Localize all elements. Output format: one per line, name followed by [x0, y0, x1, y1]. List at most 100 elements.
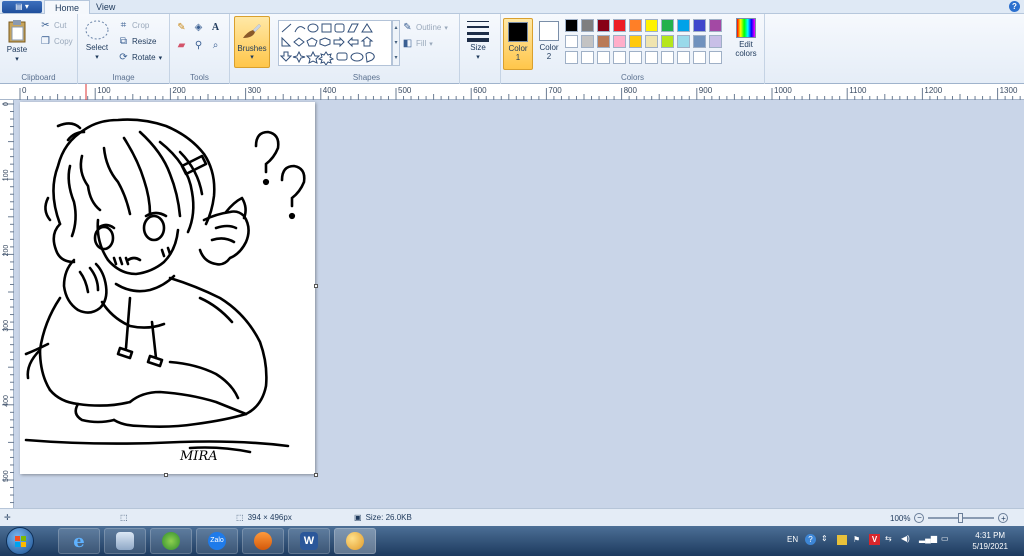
paint-icon	[346, 532, 364, 550]
crop-label: Crop	[132, 21, 150, 30]
tray-expand-icon[interactable]: ⇕	[821, 534, 828, 543]
copy-label: Copy	[54, 37, 73, 46]
copy-icon: ❐	[41, 36, 50, 47]
tab-view[interactable]: View	[86, 0, 125, 14]
select-button[interactable]: Select ▾	[84, 18, 110, 61]
magnifier-icon[interactable]: ⌕	[210, 40, 221, 51]
system-tray: EN ? ⇕ ⚑ V ⇆ ◀) ▂▄▆ ▭ 4:31 PM 5/19/2021	[779, 526, 1024, 556]
select-label: Select	[85, 43, 109, 52]
eraser-icon[interactable]: ▰	[176, 40, 187, 51]
taskbar-paint[interactable]	[334, 528, 376, 554]
image-group-label: Image	[112, 73, 135, 82]
shapes-icon	[279, 23, 375, 66]
ruler-v-label: 100	[3, 169, 10, 181]
clock-time: 4:31 PM	[975, 531, 1006, 540]
clock-date: 5/19/2021	[972, 542, 1008, 551]
clipboard-group: Paste ▾ ✂ Cut ❐ Copy Clipboard	[0, 14, 78, 84]
line-size-icon	[467, 21, 489, 42]
colors-group-label: Colors	[620, 73, 645, 82]
selection-size: ⬚	[120, 513, 128, 522]
resize-button[interactable]: ⧉ Resize	[118, 36, 157, 47]
scissors-icon: ✂	[41, 20, 50, 31]
tab-home[interactable]: Home	[44, 0, 91, 14]
taskbar-explorer[interactable]	[104, 528, 146, 554]
ruler-v-label: 300	[3, 320, 10, 332]
flag-icon[interactable]: ⚑	[853, 535, 860, 544]
brush-icon	[243, 24, 261, 38]
clock[interactable]: 4:31 PM 5/19/2021	[972, 530, 1008, 552]
help-tray-icon[interactable]: ?	[805, 534, 816, 545]
taskbar-ie[interactable]: e	[58, 528, 100, 554]
ruler-v-label: 500	[3, 470, 10, 482]
network-share-icon[interactable]: ⇆	[885, 534, 892, 543]
ruler-h-label: 0	[22, 86, 27, 95]
language-indicator[interactable]: EN	[787, 535, 798, 544]
crop-button[interactable]: ⌗ Crop	[118, 20, 150, 31]
signal-icon[interactable]: ▂▄▆	[919, 534, 937, 543]
paste-button[interactable]: Paste ▾	[6, 18, 28, 63]
drawing-canvas[interactable]: MIRA	[20, 102, 318, 477]
image-dimensions: ⬚ 394 × 496px	[236, 513, 292, 522]
antivirus-icon[interactable]: V	[869, 534, 880, 545]
shapes-gallery[interactable]	[278, 20, 392, 66]
size-label: Size	[470, 43, 486, 52]
ribbon-tab-bar: ▤ ▾ Home View ?	[0, 0, 1024, 14]
rotate-label: Rotate	[132, 53, 156, 62]
ruler-h-label: 1100	[849, 86, 867, 95]
vertical-ruler: 0 100 200 300 400 500	[0, 100, 14, 508]
outline-icon: ✎	[403, 22, 412, 33]
select-icon	[85, 20, 109, 40]
ruler-h-label: 900	[699, 86, 713, 95]
size-group: Size ▾	[460, 14, 498, 84]
resize-icon: ⧉	[119, 36, 128, 47]
shapes-scroll[interactable]: ▴ ▾ ▾	[392, 20, 400, 66]
canvas-resize-handle-right[interactable]	[314, 284, 318, 288]
dimensions-text: 394 × 496px	[247, 513, 292, 522]
cut-button[interactable]: ✂ Cut	[40, 20, 66, 31]
image-group: Select ▾ ⌗ Crop ⧉ Resize ⟳ Rotate ▾ Imag…	[78, 14, 170, 84]
zalo-icon: Zalo	[208, 532, 226, 550]
horizontal-ruler: 0 100 200 300 400 500 600 700 800 900 1000 1100 1200…	[0, 84, 1024, 100]
ruler-v-label: 400	[3, 395, 10, 407]
zoom-out-icon[interactable]: −	[914, 513, 925, 523]
copy-button[interactable]: ❐ Copy	[40, 36, 73, 47]
selection-icon: ⬚	[120, 513, 128, 522]
ruler-h-label: 500	[398, 86, 412, 95]
battery-icon[interactable]: ▭	[941, 534, 949, 543]
brushes-button[interactable]: Brushes ▾	[234, 16, 270, 68]
outline-button[interactable]: ✎ Outline ▾	[402, 22, 448, 33]
fill-bucket-icon[interactable]: ◈	[193, 22, 204, 33]
canvas-resize-handle-corner[interactable]	[314, 473, 318, 477]
outline-label: Outline	[416, 23, 442, 32]
shapes-group-label: Shapes	[352, 73, 381, 82]
tools-group: ✎ ◈ A ▰ ⚲ ⌕ Tools	[170, 14, 230, 84]
color-picker-icon[interactable]: ⚲	[193, 40, 204, 51]
size-button[interactable]: Size ▾	[466, 18, 490, 61]
resize-label: Resize	[132, 37, 157, 46]
taskbar-word[interactable]: W	[288, 528, 330, 554]
taskbar-zalo[interactable]: Zalo	[196, 528, 238, 554]
taskbar-media[interactable]	[242, 528, 284, 554]
volume-icon[interactable]: ◀)	[901, 534, 910, 543]
signature-text: MIRA	[179, 449, 218, 464]
zoom-control: 100% − +	[890, 513, 1009, 523]
help-icon[interactable]: ?	[1009, 1, 1020, 12]
notification-icon[interactable]	[837, 535, 847, 545]
ruler-h-label: 200	[172, 86, 186, 95]
fill-button[interactable]: ◧ Fill ▾	[402, 38, 433, 49]
text-tool-icon[interactable]: A	[210, 22, 221, 33]
canvas-resize-handle-bottom[interactable]	[164, 473, 168, 477]
taskbar-coccoc[interactable]	[150, 528, 192, 554]
crop-icon: ⌗	[120, 20, 127, 31]
tools-group-label: Tools	[190, 73, 209, 82]
taskbar: e Zalo W EN ? ⇕ ⚑ V ⇆ ◀) ▂▄▆ ▭ 4:31 PM 5…	[0, 526, 1024, 556]
start-button[interactable]	[6, 527, 34, 555]
disk-icon: ▣	[354, 513, 362, 522]
paint-menu-button[interactable]: ▤ ▾	[2, 1, 42, 13]
rotate-button[interactable]: ⟳ Rotate ▾	[118, 52, 162, 63]
pencil-icon[interactable]: ✎	[176, 22, 187, 33]
zoom-slider[interactable]	[928, 513, 995, 523]
ruler-h-label: 800	[624, 86, 638, 95]
zoom-in-icon[interactable]: +	[998, 513, 1009, 523]
windows-logo-icon	[15, 536, 26, 547]
